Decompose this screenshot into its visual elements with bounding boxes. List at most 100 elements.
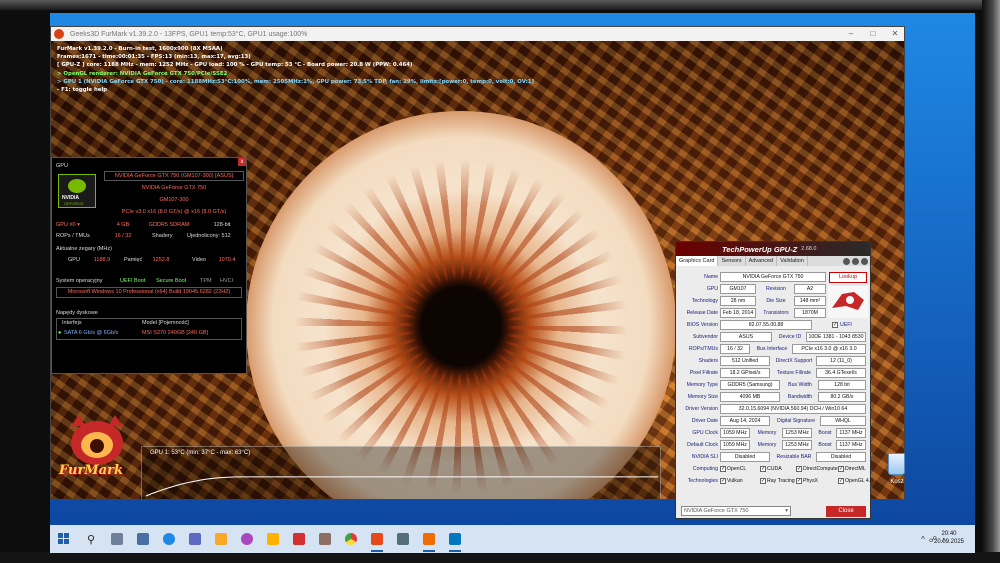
- clock-time: 20:40: [941, 531, 957, 537]
- gpuz-gpuclk: 1059 MHz: [720, 428, 750, 438]
- app-icon: [397, 533, 409, 545]
- gpu-select-dropdown[interactable]: GPU #0 ▾: [56, 222, 80, 228]
- tab-graphics-card[interactable]: Graphics Card: [676, 256, 719, 266]
- gpuz-toolbar: [843, 256, 868, 266]
- maximize-button[interactable]: □: [862, 27, 884, 41]
- taskbar-app[interactable]: [208, 525, 234, 553]
- taskbar-app[interactable]: [234, 525, 260, 553]
- tab-validation[interactable]: Validation: [777, 256, 808, 266]
- rops-value: 16 / 32: [114, 233, 132, 239]
- gpuz-driver: 32.0.15.6094 (NVIDIA 560.94) DCH / Win10…: [720, 404, 866, 414]
- gpuz-titlebar[interactable]: TechPowerUp GPU-Z 2.68.0: [676, 242, 870, 256]
- taskbar-app[interactable]: [182, 525, 208, 553]
- furmark-logo: FurMark: [57, 413, 137, 499]
- minimize-button[interactable]: –: [840, 27, 862, 41]
- gpuz-technologies-label: Vulkan: [727, 478, 743, 484]
- gpuz-computing-option[interactable]: ✓ DirectML: [838, 464, 866, 474]
- menu-icon[interactable]: [861, 257, 868, 265]
- taskbar-app[interactable]: [390, 525, 416, 553]
- gpuz-computing-option[interactable]: ✓ OpenCL: [720, 464, 746, 474]
- clocks-title: Aktualne zegary (MHz): [56, 246, 112, 252]
- taskbar-app[interactable]: [364, 525, 390, 553]
- recycle-bin-label: Kosz: [890, 479, 904, 485]
- gpuz-bandwidth-label: Bandwidth: [787, 394, 813, 400]
- taskbar-app[interactable]: [416, 525, 442, 553]
- bus-width: 128-bit: [213, 222, 231, 228]
- gpuz-technologies-option[interactable]: ✓ PhysX: [796, 476, 818, 486]
- gpuz-technologies-option[interactable]: ✓ Vulkan: [720, 476, 743, 486]
- close-button[interactable]: ✕: [884, 27, 904, 41]
- col-interface: Interfejs: [62, 320, 82, 326]
- furmark-titlebar[interactable]: Geeks3D FurMark v1.39.2.0 - 13FPS, GPU1 …: [51, 27, 904, 41]
- clock-gpu-value: 1188.9: [93, 257, 111, 263]
- gpuz-technologies-label: PhysX: [803, 478, 818, 484]
- taskbar-app[interactable]: [338, 525, 364, 553]
- clock[interactable]: 20:40 20.09.2025: [929, 530, 969, 546]
- gpuz-buswidth: 128 bit: [818, 380, 866, 390]
- taskbar-app[interactable]: [260, 525, 286, 553]
- furmark-logo-text: FurMark: [59, 463, 123, 478]
- secure-boot-status: Secure Boot: [156, 278, 187, 284]
- gpuz-rops-label: ROPs/TMUs: [688, 346, 718, 352]
- checkbox-icon: ✓: [796, 477, 802, 484]
- gpuz-defmem: 1253 MHz: [782, 440, 812, 450]
- clock-gpu-label: GPU: [68, 257, 80, 263]
- furmark-window-title: Geeks3D FurMark v1.39.2.0 - 13FPS, GPU1 …: [70, 30, 308, 38]
- card-selector[interactable]: NVIDIA GeForce GTX 750 ▾: [681, 506, 791, 516]
- camera-icon[interactable]: [843, 257, 850, 265]
- tab-advanced[interactable]: Advanced: [746, 256, 778, 266]
- gpuz-row: GPU GM107 Revision A2: [678, 284, 868, 296]
- gpuz-row: Subvendor ASUS Device ID 10DE 1381 - 1043 8…: [678, 332, 868, 344]
- gpu-info-panel[interactable]: x GPU NVIDIA GEFORCE NVIDIA GeForce GTX …: [51, 157, 247, 374]
- tab-sensors[interactable]: Sensors: [718, 256, 746, 266]
- screen: Geeks3D FurMark v1.39.2.0 - 13FPS, GPU1 …: [50, 13, 975, 553]
- gpuz-revision: A2: [794, 284, 826, 294]
- windows-logo-icon: [58, 533, 63, 538]
- gpuz-rops: 16 / 32: [720, 344, 750, 354]
- refresh-icon[interactable]: [852, 257, 859, 265]
- taskbar-app[interactable]: [130, 525, 156, 553]
- taskbar-app[interactable]: [286, 525, 312, 553]
- gpuz-boost-label: Boost: [818, 430, 832, 436]
- gpu-chip: GM107-300: [159, 197, 189, 203]
- fur-donut-texture: [246, 111, 676, 499]
- gpuz-technologies-option[interactable]: ✓ OpenGL 4.6: [838, 476, 873, 486]
- drive-model: MSI S270 240GB [240 GB]: [142, 330, 209, 336]
- taskbar-app[interactable]: [104, 525, 130, 553]
- gpuz-technologies-label: Ray Tracing: [767, 478, 795, 484]
- gpuz-technologies-option[interactable]: ✓ Ray Tracing: [760, 476, 795, 486]
- checkbox-icon: ✓: [838, 477, 844, 484]
- gpuz-memtype: GDDR5 (Samsung): [720, 380, 780, 390]
- panel-close-icon[interactable]: x: [238, 158, 246, 166]
- gpuz-version: 2.68.0: [801, 246, 817, 252]
- clock-mem-value: 1252.8: [152, 257, 170, 263]
- gpuz-computing-option[interactable]: ✓ CUDA: [760, 464, 782, 474]
- gpuz-tech-label: Technology: [691, 298, 718, 304]
- gpuz-name-label: Name: [704, 274, 718, 280]
- taskbar-app[interactable]: [442, 525, 468, 553]
- gpuz-window[interactable]: TechPowerUp GPU-Z 2.68.0 Graphics Card S…: [675, 241, 873, 519]
- gpuz-computing-option[interactable]: ✓ DirectCompute: [796, 464, 838, 474]
- gpuz-subvendor: ASUS: [720, 332, 772, 342]
- checkbox-icon: ✓: [760, 477, 766, 484]
- temperature-line: [145, 476, 658, 497]
- gpuz-row: Driver Date Aug 14, 2024 Digital Signature…: [678, 416, 868, 428]
- gpuz-uefi-label[interactable]: UEFI: [840, 320, 870, 330]
- edge-icon: [163, 533, 175, 545]
- gpuz-rebar: Disabled: [816, 452, 866, 462]
- gpuz-row: BIOS Version 82.07.55.00.88 ✓ UEFI: [678, 320, 868, 332]
- taskbar-search[interactable]: ⚲: [78, 525, 104, 553]
- gpuz-gpu-label: GPU: [706, 286, 718, 292]
- gpuz-row: Computing ✓ OpenCL ✓ CUDA ✓ DirectCompute ✓ Dire…: [678, 464, 868, 476]
- chevron-up-icon[interactable]: ^: [921, 535, 925, 544]
- taskbar-app[interactable]: [156, 525, 182, 553]
- close-button[interactable]: Close: [826, 506, 866, 517]
- gpuz-sli-label: NVIDIA SLI: [691, 454, 718, 460]
- start-button[interactable]: [50, 525, 78, 553]
- gpuz-memsize-label: Memory Size: [687, 394, 718, 400]
- gpuz-tabs: Graphics Card Sensors Advanced Validatio…: [676, 256, 870, 266]
- taskbar-app[interactable]: [312, 525, 338, 553]
- recycle-bin[interactable]: Kosz: [882, 453, 912, 493]
- osd-line: > OpenGL renderer: NVIDIA GeForce GTX 75…: [57, 70, 228, 77]
- gpu-shark-icon: [449, 533, 461, 545]
